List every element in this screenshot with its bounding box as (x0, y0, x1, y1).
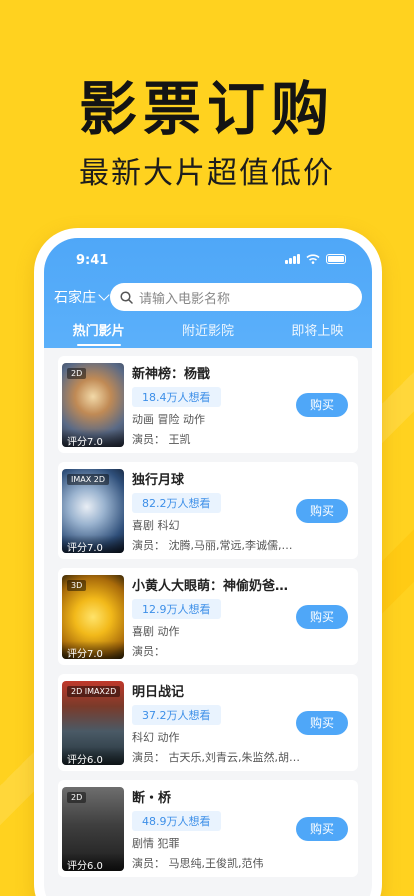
promo-headline: 影票订购 (78, 75, 335, 143)
buy-button[interactable]: 购买 (296, 710, 348, 735)
phone-frame: 9:41 石家庄 请输入电影名称 热门影片 附近影院 即将上映 2D 评分7.0… (34, 228, 382, 896)
movie-info: 独行月球 82.2万人想看 喜剧 科幻 演员： 沈腾,马丽,常远,李诚儒,黄… (124, 469, 302, 553)
movie-card[interactable]: 2D 评分7.0 新神榜：杨戬 18.4万人想看 动画 冒险 动作 演员： 王凯… (58, 356, 358, 453)
movie-info: 新神榜：杨戬 18.4万人想看 动画 冒险 动作 演员： 王凯 (124, 363, 296, 447)
search-icon (120, 290, 133, 304)
status-icons (285, 254, 346, 264)
format-badge: IMAX 2D (67, 473, 110, 485)
search-row: 石家庄 请输入电影名称 (54, 283, 362, 311)
movie-cast: 演员： 沈腾,马丽,常远,李诚儒,黄… (132, 538, 302, 552)
movie-info: 明日战记 37.2万人想看 科幻 动作 演员： 古天乐,刘青云,朱监然,胡子… (124, 681, 302, 765)
movie-score: 评分7.0 (62, 640, 124, 659)
battery-icon (326, 254, 346, 264)
movie-title: 小黄人大眼萌：神偷奶爸前传 (132, 578, 296, 594)
buy-button[interactable]: 购买 (296, 392, 348, 417)
status-time: 9:41 (76, 253, 109, 268)
format-badge: 2D (67, 791, 87, 803)
buy-button[interactable]: 购买 (296, 498, 348, 523)
city-label: 石家庄 (54, 290, 96, 306)
movie-genre: 剧情 犯罪 (132, 836, 180, 850)
movie-genre: 喜剧 动作 (132, 624, 180, 638)
movie-title: 独行月球 (132, 472, 185, 488)
want-count: 37.2万人想看 (132, 704, 221, 725)
promo-subline: 最新大片超值低价 (79, 156, 335, 191)
movie-card[interactable]: 2D IMAX2D 评分6.0 明日战记 37.2万人想看 科幻 动作 演员： … (58, 674, 358, 771)
movie-genre: 动画 冒险 动作 (132, 412, 205, 426)
movie-cast: 演员： 王凯 (132, 432, 191, 446)
want-count: 18.4万人想看 (132, 386, 221, 407)
movie-score: 评分7.0 (62, 534, 124, 553)
search-input[interactable]: 请输入电影名称 (110, 283, 362, 311)
buy-button[interactable]: 购买 (296, 816, 348, 841)
movie-genre: 科幻 动作 (132, 730, 180, 744)
movie-list: 2D 评分7.0 新神榜：杨戬 18.4万人想看 动画 冒险 动作 演员： 王凯… (44, 348, 372, 877)
buy-button[interactable]: 购买 (296, 604, 348, 629)
movie-poster[interactable]: 2D 评分7.0 (62, 362, 124, 447)
tab-coming-soon[interactable]: 即将上映 (263, 312, 372, 348)
movie-cast: 演员： 马思纯,王俊凯,范伟 (132, 856, 264, 870)
wifi-icon (306, 254, 320, 264)
movie-score: 评分6.0 (62, 746, 124, 765)
format-badge: 2D (67, 367, 87, 379)
movie-poster[interactable]: 2D IMAX2D 评分6.0 (62, 680, 124, 765)
want-count: 82.2万人想看 (132, 492, 221, 513)
movie-cast: 演员： 古天乐,刘青云,朱监然,胡子… (132, 750, 302, 764)
movie-info: 小黄人大眼萌：神偷奶爸前传 12.9万人想看 喜剧 动作 演员： (124, 575, 296, 659)
movie-score: 评分7.0 (62, 428, 124, 447)
movie-info: 断・桥 48.9万人想看 剧情 犯罪 演员： 马思纯,王俊凯,范伟 (124, 787, 296, 871)
city-selector[interactable]: 石家庄 (54, 287, 110, 307)
tab-nearby-cinemas[interactable]: 附近影院 (153, 312, 262, 348)
movie-score: 评分6.0 (62, 852, 124, 871)
search-placeholder: 请输入电影名称 (139, 291, 231, 307)
signal-icon (285, 254, 300, 264)
tab-bar: 热门影片 附近影院 即将上映 (44, 312, 372, 348)
movie-card[interactable]: 2D 评分6.0 断・桥 48.9万人想看 剧情 犯罪 演员： 马思纯,王俊凯,… (58, 780, 358, 877)
movie-title: 断・桥 (132, 790, 172, 806)
movie-card[interactable]: 3D 评分7.0 小黄人大眼萌：神偷奶爸前传 12.9万人想看 喜剧 动作 演员… (58, 568, 358, 665)
chevron-down-icon (98, 289, 110, 301)
app-screen: 9:41 石家庄 请输入电影名称 热门影片 附近影院 即将上映 2D 评分7.0… (44, 238, 372, 896)
movie-genre: 喜剧 科幻 (132, 518, 180, 532)
movie-poster[interactable]: 3D 评分7.0 (62, 574, 124, 659)
tab-hot-movies[interactable]: 热门影片 (44, 312, 153, 348)
movie-card[interactable]: IMAX 2D 评分7.0 独行月球 82.2万人想看 喜剧 科幻 演员： 沈腾… (58, 462, 358, 559)
want-count: 48.9万人想看 (132, 810, 221, 831)
format-badge: 3D (67, 579, 87, 591)
movie-title: 明日战记 (132, 684, 185, 700)
movie-cast: 演员： (132, 644, 165, 658)
movie-poster[interactable]: 2D 评分6.0 (62, 786, 124, 871)
format-badge: 2D IMAX2D (67, 685, 121, 697)
movie-title: 新神榜：杨戬 (132, 366, 211, 382)
want-count: 12.9万人想看 (132, 598, 221, 619)
app-header: 9:41 石家庄 请输入电影名称 热门影片 附近影院 即将上映 (44, 238, 372, 348)
movie-poster[interactable]: IMAX 2D 评分7.0 (62, 468, 124, 553)
